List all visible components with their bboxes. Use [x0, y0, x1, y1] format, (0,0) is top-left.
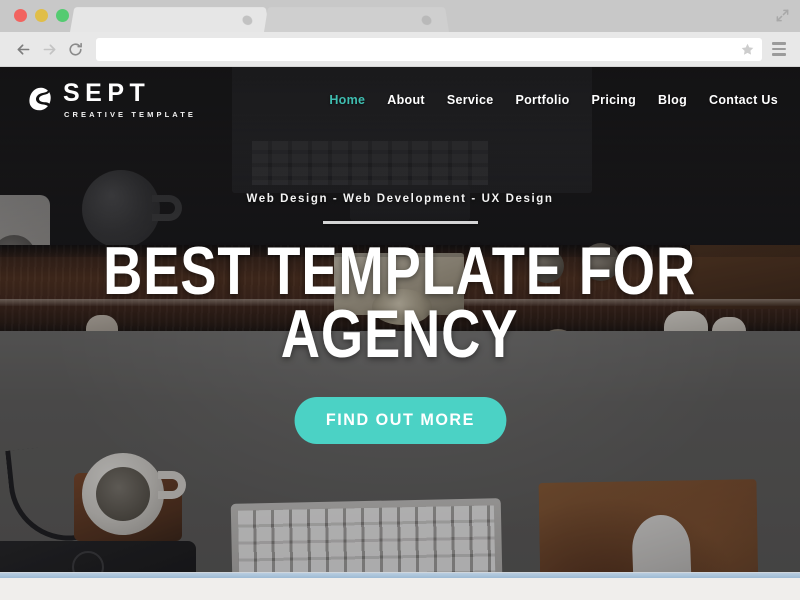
zoom-window-button[interactable]	[56, 9, 69, 22]
maximize-icon[interactable]	[775, 8, 790, 23]
browser-tab[interactable]	[70, 7, 270, 32]
hero-divider	[322, 221, 478, 224]
hero-subtitle: Web Design - Web Development - UX Design	[246, 193, 554, 205]
reload-button[interactable]	[62, 36, 88, 62]
page-viewport: SEPT CREATIVE TEMPLATE Home About Servic…	[0, 67, 800, 572]
address-bar[interactable]	[96, 37, 762, 62]
close-tab-icon[interactable]	[241, 15, 253, 26]
find-out-more-button[interactable]: FIND OUT MORE	[294, 397, 506, 445]
close-window-button[interactable]	[14, 9, 27, 22]
browser-toolbar	[0, 32, 800, 67]
back-button[interactable]	[10, 36, 36, 62]
browser-window: SEPT CREATIVE TEMPLATE Home About Servic…	[0, 0, 800, 600]
minimize-window-button[interactable]	[35, 9, 48, 22]
horizontal-scrollbar[interactable]	[0, 573, 800, 578]
browser-titlebar	[0, 0, 800, 32]
bookmark-star-icon[interactable]	[740, 42, 755, 62]
tab-strip	[70, 6, 449, 32]
page-bottom-frame	[0, 572, 800, 600]
browser-menu-icon[interactable]	[768, 36, 790, 62]
browser-tab[interactable]	[264, 7, 449, 32]
hero-headline: BEST TEMPLATE FOR AGENCY	[103, 233, 697, 372]
hero-section: Web Design - Web Development - UX Design…	[0, 67, 800, 572]
window-controls	[14, 9, 69, 22]
close-tab-icon[interactable]	[421, 15, 433, 26]
forward-button[interactable]	[36, 36, 62, 62]
